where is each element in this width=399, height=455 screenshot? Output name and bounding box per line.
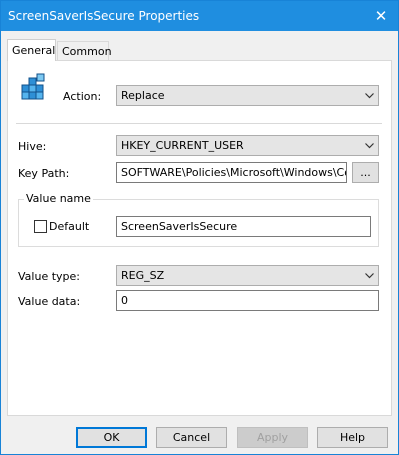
key-path-label: Key Path: [18,167,70,180]
default-checkbox[interactable] [34,220,47,233]
window-title: ScreenSaverIsSecure Properties [8,9,200,23]
chevron-down-icon [360,142,378,149]
chevron-down-icon [360,272,378,279]
tab-general[interactable]: General [7,39,56,61]
value-type-label: Value type: [18,270,80,283]
action-label: Action: [63,90,102,103]
value-data-label: Value data: [18,295,81,308]
value-name-group-label: Value name [24,192,93,205]
title-bar[interactable]: ScreenSaverIsSecure Properties ✕ [1,1,398,31]
cancel-button[interactable]: Cancel [156,427,227,448]
properties-dialog: ScreenSaverIsSecure Properties ✕ General… [0,0,399,455]
chevron-down-icon [360,92,378,99]
separator [16,123,382,124]
hive-dropdown[interactable]: HKEY_CURRENT_USER [116,135,379,156]
hive-label: Hive: [18,140,47,153]
tab-common[interactable]: Common [57,41,112,61]
value-name-input[interactable]: ScreenSaverIsSecure [116,216,371,237]
action-value: Replace [121,89,165,102]
registry-icon [21,73,45,100]
value-type-value: REG_SZ [121,269,165,282]
value-type-dropdown[interactable]: REG_SZ [116,265,379,286]
default-checkbox-label[interactable]: Default [49,220,89,233]
value-data-input[interactable]: 0 [116,290,379,311]
key-path-input[interactable]: SOFTWARE\Policies\Microsoft\Windows\Cont… [116,162,347,183]
hive-value: HKEY_CURRENT_USER [121,139,244,152]
help-button[interactable]: Help [317,427,388,448]
tab-common-label: Common [62,45,112,58]
browse-button[interactable]: ... [352,162,379,183]
apply-button[interactable]: Apply [237,427,308,448]
tab-general-label: General [12,44,56,57]
ok-button[interactable]: OK [76,427,147,448]
general-tab-panel: Action: Replace Hive: HKEY_CURRENT_USER … [7,60,392,416]
close-icon[interactable]: ✕ [364,1,398,31]
action-dropdown[interactable]: Replace [116,85,379,106]
